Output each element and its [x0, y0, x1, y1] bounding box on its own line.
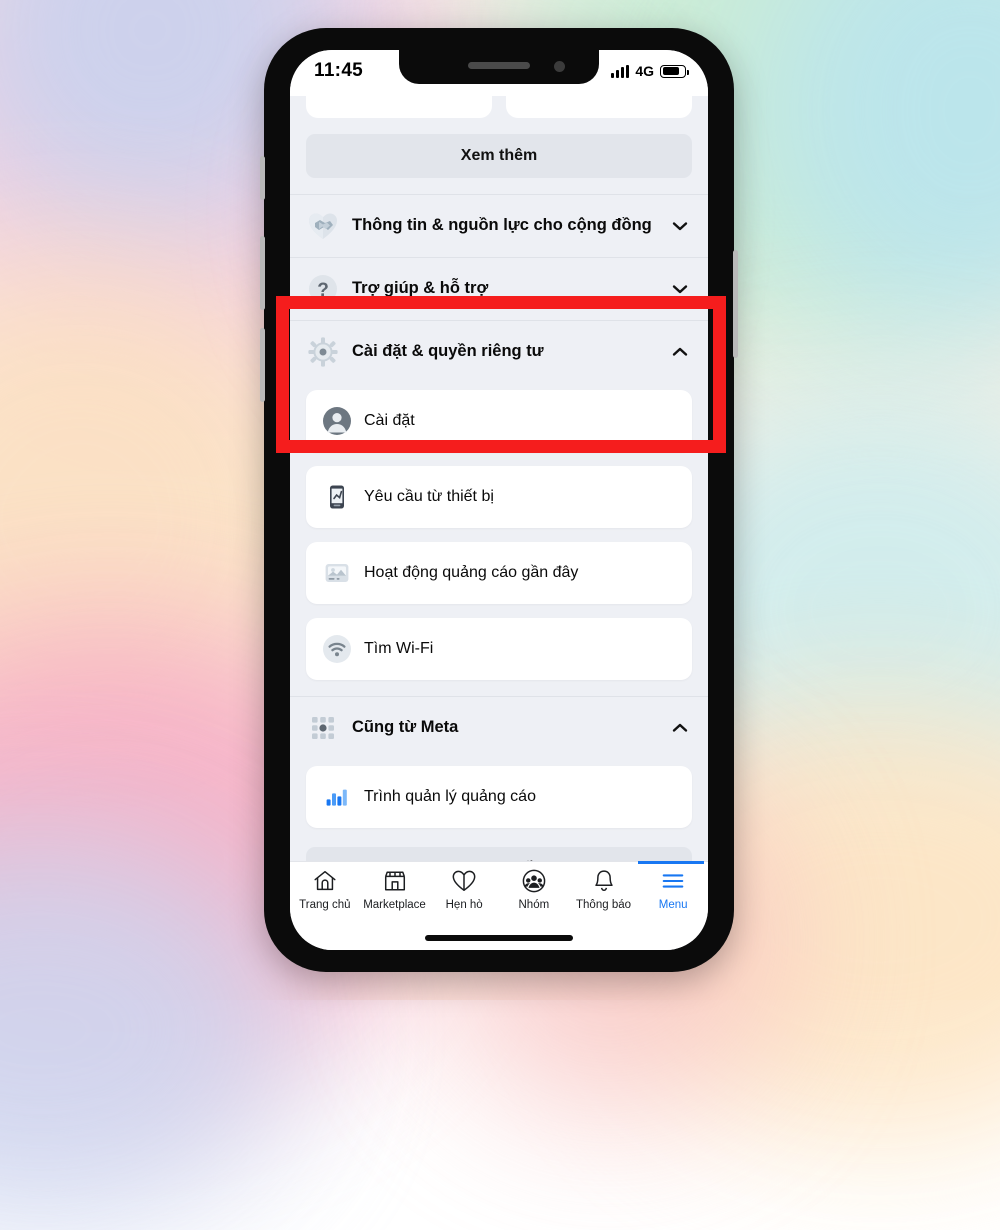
menu-item-label: Tìm Wi-Fi	[364, 640, 434, 657]
avatar-icon	[322, 406, 352, 436]
section-label: Thông tin & nguồn lực cho cộng đồng	[352, 216, 652, 235]
recent-ad-activity-icon	[322, 558, 352, 588]
question-mark-icon: ?	[306, 272, 340, 306]
svg-text:?: ?	[317, 280, 329, 301]
menu-scroll-area[interactable]: Xem thêm Thông tin & nguồn lực cho cộng …	[290, 96, 708, 862]
phone-device-frame: 11:45 4G Xem thêm Thông tin & nguồn lực …	[260, 28, 738, 972]
menu-item-wrap: Hoạt động quảng cáo gần đây	[290, 535, 708, 611]
marketplace-icon	[382, 866, 408, 896]
section-label: Cài đặt & quyền riêng tư	[352, 342, 544, 361]
bell-icon	[591, 866, 617, 896]
partial-shortcut-card[interactable]	[306, 96, 492, 118]
partial-shortcut-cards-row	[290, 96, 708, 118]
section-also-from-meta[interactable]: Cũng từ Meta	[290, 696, 708, 759]
hamburger-menu-icon	[660, 866, 686, 896]
phone-screen: 11:45 4G Xem thêm Thông tin & nguồn lực …	[290, 50, 708, 950]
menu-item-find-wifi[interactable]: Tìm Wi-Fi	[306, 618, 692, 680]
meta-apps-grid-icon	[306, 711, 340, 745]
section-community-resources[interactable]: Thông tin & nguồn lực cho cộng đồng	[290, 194, 708, 257]
chevron-up-icon[interactable]	[670, 342, 690, 362]
status-bar-clock: 11:45	[314, 60, 364, 81]
menu-item-label: Yêu cầu từ thiết bị	[364, 488, 494, 505]
volume-up-button[interactable]	[260, 236, 265, 310]
nav-tab-label: Menu	[658, 899, 688, 911]
network-type-label: 4G	[635, 63, 654, 79]
chevron-down-icon[interactable]	[670, 279, 690, 299]
chevron-up-icon[interactable]	[670, 718, 690, 738]
nav-tab-label: Hẹn hò	[445, 899, 483, 911]
cellular-signal-icon	[611, 64, 630, 78]
logout-button[interactable]: Đăng xuất	[306, 847, 692, 862]
menu-item-wrap: Tìm Wi-Fi	[290, 611, 708, 687]
section-label: Trợ giúp & hỗ trợ	[352, 279, 489, 298]
battery-icon	[660, 64, 689, 78]
front-camera-icon	[554, 61, 565, 72]
power-button[interactable]	[733, 250, 738, 358]
earpiece-speaker	[468, 62, 530, 69]
home-indicator[interactable]	[425, 935, 573, 941]
menu-item-recent-ad-activity[interactable]: Hoạt động quảng cáo gần đây	[306, 542, 692, 604]
menu-item-wrap: Yêu cầu từ thiết bị	[290, 459, 708, 535]
nav-tab-label: Trang chủ	[299, 899, 351, 911]
home-icon	[312, 866, 338, 896]
menu-item-label: Hoạt động quảng cáo gần đây	[364, 564, 579, 581]
nav-tab-dating[interactable]: Hẹn hò	[429, 866, 499, 911]
section-label: Cũng từ Meta	[352, 718, 459, 737]
settings-item-wrap: Cài đặt	[290, 383, 708, 459]
groups-icon	[521, 866, 547, 896]
menu-item-device-requests[interactable]: Yêu cầu từ thiết bị	[306, 466, 692, 528]
silent-switch[interactable]	[260, 156, 265, 200]
wifi-icon	[322, 634, 352, 664]
nav-tab-groups[interactable]: Nhóm	[499, 866, 569, 911]
active-tab-indicator	[638, 861, 704, 864]
nav-tab-label: Nhóm	[518, 899, 550, 911]
chevron-down-icon[interactable]	[670, 216, 690, 236]
notch	[399, 50, 599, 84]
gear-icon	[306, 335, 340, 369]
menu-item-label: Cài đặt	[364, 412, 415, 429]
menu-item-wrap: Trình quản lý quảng cáo	[290, 759, 708, 835]
dating-heart-icon	[451, 866, 477, 896]
see-more-button[interactable]: Xem thêm	[306, 134, 692, 178]
ads-manager-bar-chart-icon	[322, 782, 352, 812]
nav-tab-notifications[interactable]: Thông báo	[569, 866, 639, 911]
menu-item-settings[interactable]: Cài đặt	[306, 390, 692, 452]
status-bar-indicators: 4G	[611, 63, 689, 79]
device-request-icon	[322, 482, 352, 512]
section-help-support[interactable]: ? Trợ giúp & hỗ trợ	[290, 257, 708, 320]
nav-tab-label: Marketplace	[363, 899, 426, 911]
volume-down-button[interactable]	[260, 328, 265, 402]
menu-item-ads-manager[interactable]: Trình quản lý quảng cáo	[306, 766, 692, 828]
nav-tab-marketplace[interactable]: Marketplace	[360, 866, 430, 911]
partial-shortcut-card[interactable]	[506, 96, 692, 118]
nav-tab-menu[interactable]: Menu	[638, 866, 708, 911]
nav-tab-home[interactable]: Trang chủ	[290, 866, 360, 911]
bottom-navigation-bar: Trang chủ Marketplace Hẹn hò Nhóm Thông …	[290, 861, 708, 950]
nav-tab-label: Thông báo	[576, 899, 632, 911]
section-settings-privacy[interactable]: Cài đặt & quyền riêng tư	[290, 320, 708, 383]
menu-item-label: Trình quản lý quảng cáo	[364, 788, 536, 805]
handshake-heart-icon	[306, 209, 340, 243]
